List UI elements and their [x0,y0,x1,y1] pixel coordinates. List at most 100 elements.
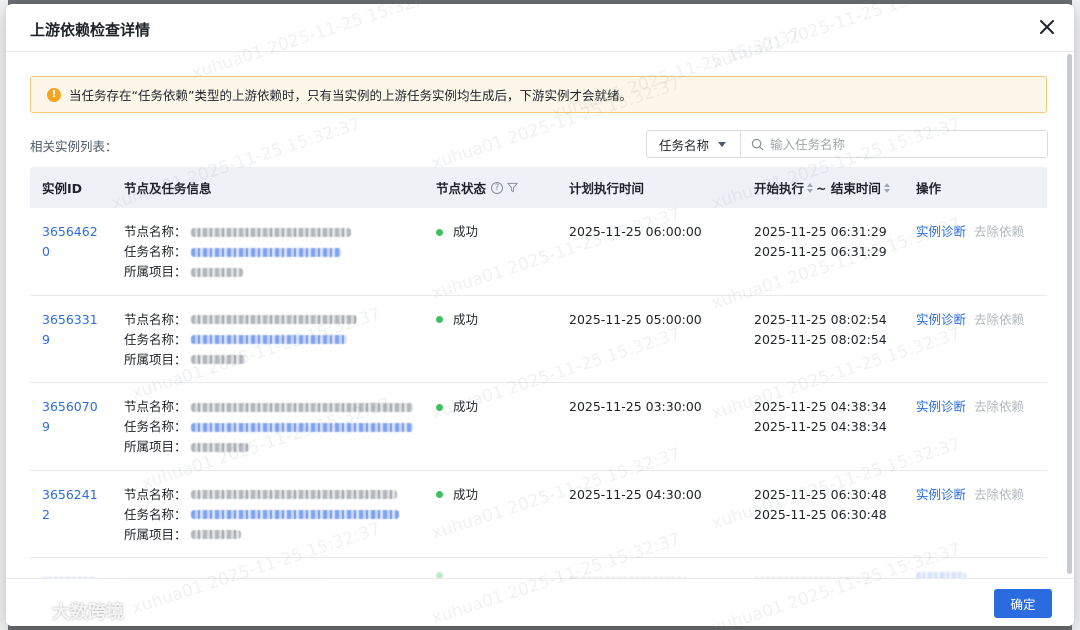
plan-time: 2025-11-25 05:00:00 [569,311,702,327]
task-name-label: 任务名称： [124,419,187,434]
node-name-label: 节点名称： [124,486,187,502]
brand-logo: 大数跨境 [10,598,124,624]
start-time: 2025-11-25 04:38:34 [754,399,887,414]
diagnose-link[interactable]: 实例诊断 [916,222,966,242]
redacted-task-name-link[interactable] [190,247,341,257]
instance-list-label: 相关实例列表： [30,139,118,154]
start-end-time: 2025-11-25 06:31:29 2025-11-25 06:31:29 [754,222,887,262]
start-end-time: 2025-11-25 06:30:48 2025-11-25 06:30:48 [754,485,887,525]
redacted-task-name-link[interactable] [190,510,399,519]
col-header-status: 节点状态 ? [436,167,519,208]
chevron-down-icon [718,142,726,147]
redacted-node-name [190,227,351,237]
node-task-info: 节点名称： 任务名称： 所属项目： [124,485,424,545]
project-label: 所属项目： [124,351,187,367]
table-row: 36560709 节点名称： 任务名称： 所属项目： 成功 2025-11-25… [30,383,1047,471]
remove-dependency-link[interactable]: 去除依赖 [974,485,1024,505]
status-text: 成功 [453,486,479,502]
project-label: 所属项目： [124,526,187,542]
success-dot-icon [436,403,443,411]
table-row: 36564620 节点名称： 任务名称： 所属项目： 成功 2025-11-25… [30,208,1047,296]
status-cell: 成功 [436,310,478,330]
instance-id-link[interactable]: 36563319 [42,310,104,350]
filter-icon[interactable] [507,182,519,193]
col-header-plan-time: 计划执行时间 [569,181,645,196]
plan-time: 2025-11-25 03:30:00 [569,399,702,414]
redacted-task-name-link[interactable] [190,422,413,432]
diagnose-link[interactable]: 实例诊断 [916,310,966,330]
col-header-end-label: ~ 结束时间 [816,181,881,196]
end-time: 2025-11-25 06:31:29 [754,244,887,259]
search-field-select-value: 任务名称 [659,137,710,153]
diagnose-link[interactable]: 实例诊断 [916,397,966,417]
redacted-node-name [190,315,357,324]
diagnose-link[interactable]: 实例诊断 [916,485,966,505]
search-field-select[interactable]: 任务名称 [647,131,741,157]
status-text: 成功 [453,311,479,327]
col-header-id: 实例ID [42,181,83,196]
col-header-status-label: 节点状态 [436,181,487,196]
redacted-task-name-link[interactable] [190,335,347,344]
end-time: 2025-11-25 08:02:54 [754,331,887,347]
node-task-info: 节点名称： 任务名称： 所属项目： [124,222,424,282]
start-end-time: 2025-11-25 04:38:34 2025-11-25 04:38:34 [754,397,887,437]
instance-id-link[interactable]: 36564620 [42,222,104,262]
sort-icon[interactable] [807,182,814,193]
end-time: 2025-11-25 06:30:48 [754,506,887,522]
table-header: 实例ID 节点及任务信息 节点状态 ? 计划执行时间 开始执行 ~ 结束时间 操… [30,167,1047,208]
project-label: 所属项目： [124,439,187,454]
status-text: 成功 [453,224,479,239]
end-time: 2025-11-25 04:38:34 [754,419,887,434]
redacted-node-name [190,490,397,499]
alert-text: 当任务存在“任务依赖”类型的上游依赖时，只有当实例的上游任务实例均生成后，下游实… [69,88,632,103]
col-header-start-label: 开始执行 [754,181,805,196]
search-group: 任务名称 [646,130,1048,158]
status-cell: 成功 [436,397,478,417]
brand-logo-icon [12,602,41,620]
node-task-info: 节点名称： 任务名称： 所属项目： [124,397,424,457]
table-row: 36562412 节点名称： 任务名称： 所属项目： 成功 2025-11-25… [30,471,1047,558]
sort-icon[interactable] [883,182,890,193]
project-label: 所属项目： [124,264,187,279]
start-time: 2025-11-25 08:02:54 [754,311,887,327]
col-header-start-end: 开始执行 ~ 结束时间 [754,167,893,208]
close-icon[interactable] [1036,16,1058,38]
instance-id-link[interactable]: 36560709 [42,397,104,437]
row-actions: 实例诊断 去除依赖 [916,397,1024,417]
instance-id-link[interactable]: 36562412 [42,485,104,525]
redacted-project-name [190,530,241,539]
col-header-info: 节点及任务信息 [124,181,212,196]
search-input[interactable] [770,136,1030,152]
col-header-op: 操作 [916,181,942,196]
status-text: 成功 [453,399,479,414]
search-input-wrap [741,131,1047,157]
start-time: 2025-11-25 06:30:48 [754,486,887,502]
status-cell: 成功 [436,222,478,242]
modal-header: 上游依赖检查详情 [6,4,1074,52]
redacted-node-name [190,402,413,412]
help-icon[interactable]: ? [491,181,504,194]
plan-time: 2025-11-25 04:30:00 [569,486,702,502]
start-time: 2025-11-25 06:31:29 [754,224,887,239]
status-cell: 成功 [436,485,478,505]
redacted-project-name [190,442,249,452]
confirm-button[interactable]: 确定 [994,589,1052,618]
row-actions: 实例诊断 去除依赖 [916,485,1024,505]
task-name-label: 任务名称： [124,331,187,347]
plan-time: 2025-11-25 06:00:00 [569,224,702,239]
success-dot-icon [436,491,443,498]
search-icon [751,138,764,150]
remove-dependency-link[interactable]: 去除依赖 [974,310,1024,330]
success-dot-icon [436,316,443,323]
row-actions: 实例诊断 去除依赖 [916,310,1024,330]
success-dot-icon [436,228,443,236]
row-actions: 实例诊断 去除依赖 [916,222,1024,242]
node-name-label: 节点名称： [124,399,187,414]
brand-logo-text: 大数跨境 [52,602,124,623]
scrollbar[interactable] [1067,54,1072,574]
remove-dependency-link[interactable]: 去除依赖 [974,222,1024,242]
remove-dependency-link[interactable]: 去除依赖 [974,397,1024,417]
start-end-time: 2025-11-25 08:02:54 2025-11-25 08:02:54 [754,310,887,350]
warning-icon: ! [47,87,61,102]
node-name-label: 节点名称： [124,224,187,239]
